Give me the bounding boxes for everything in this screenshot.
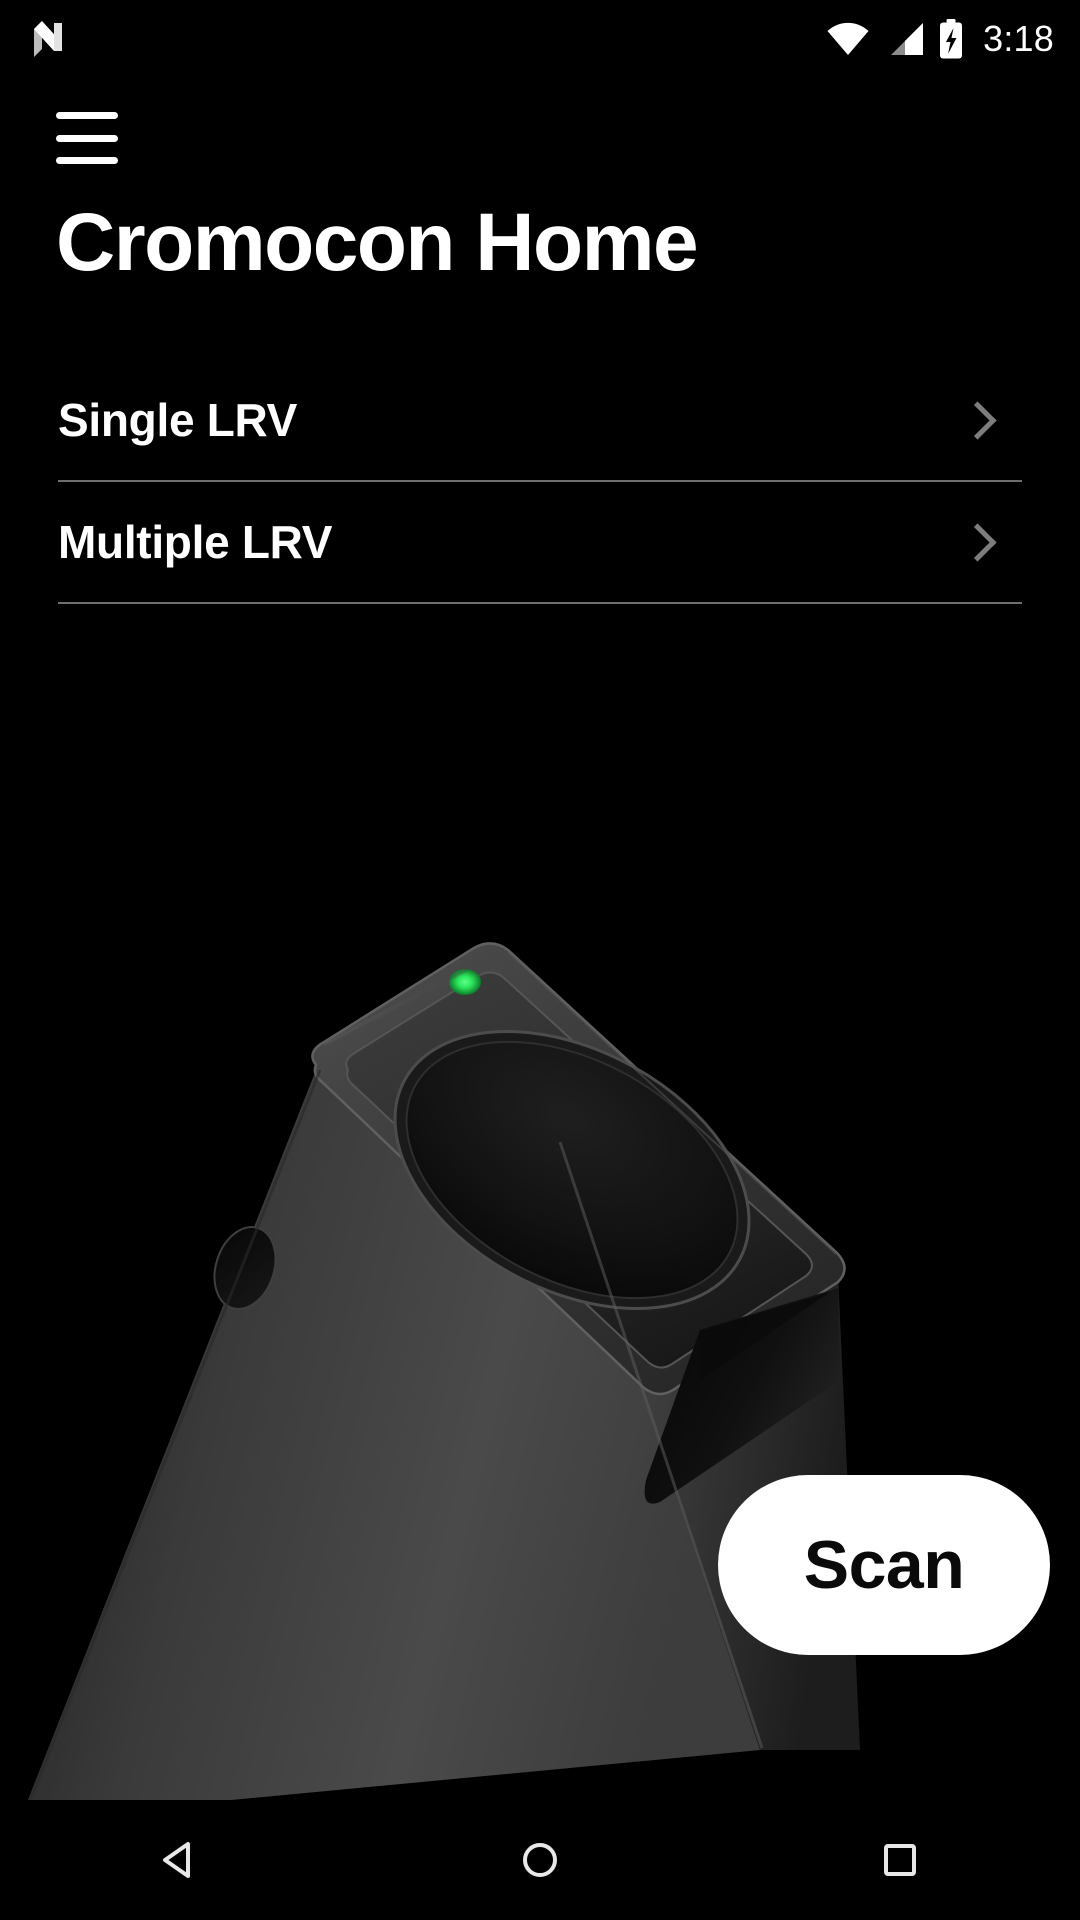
recents-square-icon xyxy=(884,1844,916,1876)
status-bar-right: 3:18 xyxy=(826,19,1054,59)
status-bar-clock: 3:18 xyxy=(983,18,1054,59)
android-n-logo-icon xyxy=(34,21,62,57)
hamburger-bar-middle xyxy=(56,134,118,142)
status-bar: 3:18 xyxy=(0,0,1080,78)
list-item-multiple-lrv[interactable]: Multiple LRV xyxy=(58,482,1022,604)
hamburger-bar-top xyxy=(56,112,118,119)
chevron-right-icon xyxy=(962,398,988,442)
wifi-icon xyxy=(827,22,869,55)
home-circle-icon xyxy=(523,1843,557,1877)
status-led xyxy=(449,969,481,995)
page-title: Cromocon Home xyxy=(56,197,699,288)
status-bar-left xyxy=(26,17,70,61)
scan-button-label: Scan xyxy=(803,1527,965,1603)
list-item-label: Single LRV xyxy=(58,394,297,446)
nav-list: Single LRV Multiple LRV xyxy=(58,360,1022,604)
list-item-label: Multiple LRV xyxy=(58,516,333,568)
nav-back-button[interactable] xyxy=(100,1800,260,1920)
hamburger-bar-bottom xyxy=(56,157,118,164)
nav-recents-button[interactable] xyxy=(820,1800,980,1920)
back-triangle-icon xyxy=(163,1842,190,1878)
scan-button[interactable]: Scan xyxy=(718,1475,1050,1655)
list-item-single-lrv[interactable]: Single LRV xyxy=(58,360,1022,482)
nav-home-button[interactable] xyxy=(460,1800,620,1920)
hamburger-menu-icon[interactable] xyxy=(56,112,118,164)
app-screen: 3:18 Cromocon Home Single LRV Multiple L… xyxy=(0,0,1080,1920)
android-navigation-bar xyxy=(0,1800,1080,1920)
battery-charging-icon xyxy=(940,19,963,59)
device-product-image xyxy=(0,820,1080,1820)
cell-signal-icon xyxy=(891,23,924,55)
chevron-right-icon xyxy=(962,520,988,564)
